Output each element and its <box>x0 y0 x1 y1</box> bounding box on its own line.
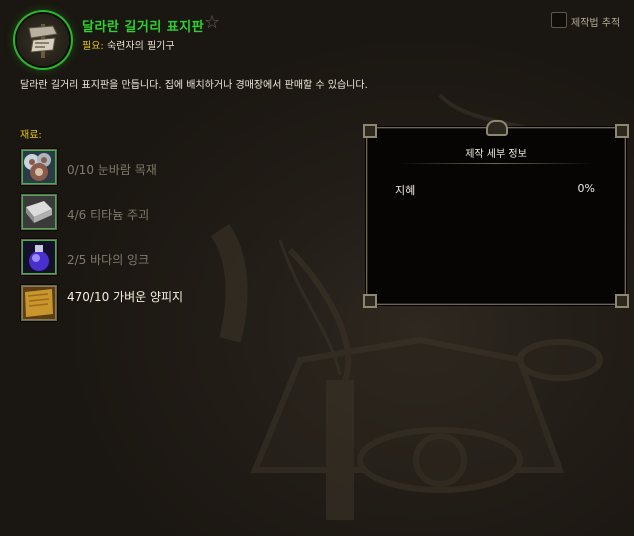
reagents-header: 재료: <box>20 130 42 141</box>
reagent-name: 0/10 눈바람 목재 <box>67 163 157 177</box>
stat-value: 0% <box>577 182 595 195</box>
track-recipe-checkbox[interactable] <box>551 12 567 28</box>
panel-corner-ornament <box>363 124 377 138</box>
street-sign-icon <box>28 24 58 58</box>
reagent-name: 470/10 가벼운 양피지 <box>67 290 184 304</box>
recipe-description: 달라란 길거리 표지판을 만듭니다. 집에 배치하거나 경매장에서 판매할 수 … <box>20 80 368 91</box>
ink-bottle-icon[interactable] <box>21 239 57 275</box>
reagent-name: 2/5 바다의 잉크 <box>67 253 150 267</box>
track-recipe-label[interactable]: 제작법 추적 <box>571 14 620 29</box>
reagent-name: 4/6 티타늄 주괴 <box>67 208 150 222</box>
recipe-requirement: 필요: 숙련자의 필기구 <box>82 37 175 52</box>
stat-name: 지혜 <box>395 184 416 197</box>
profession-recipe-panel: 달라란 길거리 표지판 ☆ 필요: 숙련자의 필기구 제작법 추적 달라란 길거… <box>0 0 634 536</box>
requirement-value: 숙련자의 필기구 <box>106 41 175 52</box>
requirement-label: 필요: <box>82 41 104 52</box>
details-title: 제작 세부 정보 <box>465 149 527 160</box>
titanium-bar-icon[interactable] <box>21 194 57 230</box>
snowwind-wood-icon[interactable] <box>21 149 57 185</box>
parchment-icon[interactable] <box>21 285 57 321</box>
panel-corner-ornament <box>615 294 629 308</box>
panel-crest-ornament <box>486 120 508 136</box>
favorite-star-icon[interactable]: ☆ <box>204 14 220 32</box>
panel-corner-ornament <box>615 124 629 138</box>
recipe-title: 달라란 길거리 표지판 <box>82 20 205 35</box>
panel-corner-ornament <box>363 294 377 308</box>
crafting-details-panel: 제작 세부 정보 지혜 0% <box>363 120 629 308</box>
recipe-icon[interactable] <box>17 14 69 66</box>
divider <box>397 163 595 164</box>
